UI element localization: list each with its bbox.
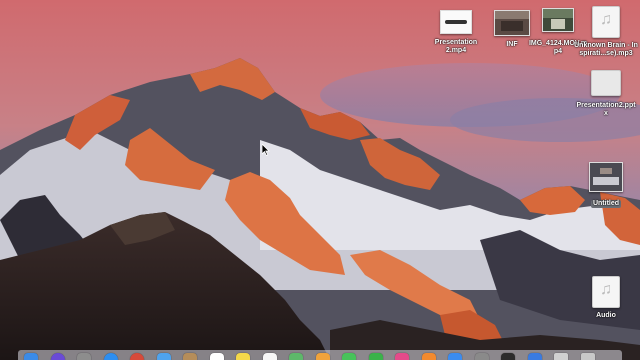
- presentation-file-icon: [591, 70, 621, 96]
- desktop-file-label: Audio: [596, 312, 616, 319]
- ibooks-icon[interactable]: [421, 353, 436, 360]
- mail-icon[interactable]: [156, 353, 171, 360]
- contacts-icon[interactable]: [183, 353, 197, 360]
- launchpad-icon[interactable]: [77, 353, 91, 360]
- photos-icon[interactable]: [315, 353, 330, 360]
- desktop[interactable]: Presentation2.mp4 INF IMG_4124.MOV.mp4 ♫…: [0, 0, 640, 360]
- safari-icon[interactable]: [103, 353, 118, 360]
- desktop-file-label: Untitled: [590, 200, 622, 208]
- siri-icon[interactable]: [50, 353, 65, 360]
- facetime-icon[interactable]: [368, 353, 383, 360]
- mouse-pointer-icon: [262, 144, 270, 156]
- desktop-file-label: Unknown Brain - Inspirati...se).mp3: [574, 42, 638, 57]
- desktop-file-presentation2-pptx[interactable]: Presentation2.pptx: [570, 70, 640, 118]
- quicktime-icon[interactable]: [501, 353, 515, 360]
- music-note-icon: ♫: [592, 276, 620, 308]
- desktop-file-audio[interactable]: ♫ Audio: [570, 276, 640, 320]
- desktop-file-untitled[interactable]: Untitled: [570, 162, 640, 210]
- trash-icon[interactable]: [580, 353, 595, 360]
- music-note-icon: ♫: [592, 6, 620, 38]
- calendar-icon[interactable]: [209, 353, 224, 360]
- chrome-icon[interactable]: [130, 353, 144, 360]
- itunes-icon[interactable]: [395, 353, 409, 360]
- desktop-file-label: Presentation2.pptx: [576, 102, 636, 117]
- keynote-icon[interactable]: [527, 353, 542, 360]
- reminders-icon[interactable]: [262, 353, 277, 360]
- system-preferences-icon[interactable]: [474, 353, 489, 360]
- screenshot-thumbnail-icon: [589, 162, 623, 192]
- app-store-icon[interactable]: [448, 353, 462, 360]
- messages-icon[interactable]: [342, 353, 356, 360]
- maps-icon[interactable]: [289, 353, 303, 360]
- movie-thumbnail-icon: [440, 10, 472, 34]
- downloads-icon[interactable]: [554, 353, 568, 360]
- desktop-file-unknown-brain-mp3[interactable]: ♫ Unknown Brain - Inspirati...se).mp3: [570, 6, 640, 58]
- desktop-file-label: Presentation2.mp4: [434, 39, 478, 54]
- notes-icon[interactable]: [236, 353, 250, 360]
- finder-icon[interactable]: [24, 353, 38, 360]
